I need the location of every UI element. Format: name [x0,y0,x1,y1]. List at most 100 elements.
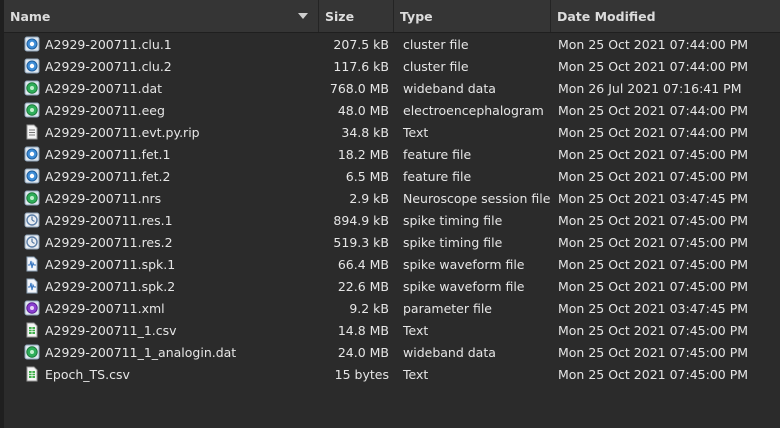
file-size: 66.4 MB [337,256,389,272]
file-name-cell[interactable]: A2929-200711.res.2 [4,234,318,250]
file-manager-list-view: Name Size Type Date Modified A2929-20071… [0,0,780,428]
file-name-cell[interactable]: A2929-200711.res.1 [4,212,318,228]
vertical-scrollbar[interactable] [770,33,780,428]
column-header-name[interactable]: Name [4,0,318,32]
file-date-modified: Mon 25 Oct 2021 07:44:00 PM [558,36,749,52]
file-date-modified: Mon 25 Oct 2021 07:45:00 PM [558,322,749,338]
file-row[interactable]: Epoch_TS.csv 15 bytes Text Mon 25 Oct 2021 … [4,363,780,385]
file-name-cell[interactable]: A2929-200711.evt.py.rip [4,124,318,140]
file-type: spike timing file [403,212,503,228]
file-size: 6.5 MB [345,168,389,184]
file-date-modified: Mon 25 Oct 2021 07:44:00 PM [558,102,749,118]
file-type: spike waveform file [403,256,525,272]
spike-timing-icon [24,234,40,250]
file-row[interactable]: A2929-200711.spk.2 22.6 MB spike waveform … [4,275,780,297]
file-size: 117.6 kB [333,58,389,74]
file-row[interactable]: A2929-200711.fet.2 6.5 MB feature file Mon … [4,165,780,187]
sort-descending-icon[interactable] [298,13,308,19]
file-size: 48.0 MB [337,102,389,118]
file-list: A2929-200711.clu.1 207.5 kB cluster file Mo… [4,33,780,385]
file-size: 894.9 kB [333,212,389,228]
file-type: wideband data [403,344,496,360]
file-name-cell[interactable]: A2929-200711.dat [4,80,318,96]
file-row[interactable]: A2929-200711.evt.py.rip 34.8 kB Text Mon 25… [4,121,780,143]
file-size: 22.6 MB [337,278,389,294]
file-name: A2929-200711.spk.2 [45,278,176,294]
file-size: 2.9 kB [349,190,389,206]
file-date-modified: Mon 25 Oct 2021 07:45:00 PM [558,234,749,250]
file-name-cell[interactable]: A2929-200711_1.csv [4,322,318,338]
file-name: A2929-200711.nrs [45,190,162,206]
file-name-cell[interactable]: Epoch_TS.csv [4,366,318,382]
file-type: electroencephalogram [403,102,544,118]
file-name-cell[interactable]: A2929-200711.clu.2 [4,58,318,74]
file-date-modified: Mon 26 Jul 2021 07:16:41 PM [558,80,742,96]
file-name-cell[interactable]: A2929-200711.eeg [4,102,318,118]
file-name-cell[interactable]: A2929-200711.xml [4,300,318,316]
file-name: A2929-200711.res.1 [45,212,173,228]
file-date-modified: Mon 25 Oct 2021 07:45:00 PM [558,278,749,294]
column-header-type-label: Type [400,8,433,24]
file-row[interactable]: A2929-200711.eeg 48.0 MB electroencephalog… [4,99,780,121]
file-size: 768.0 MB [329,80,389,96]
file-size: 34.8 kB [341,124,389,140]
file-name: A2929-200711.fet.1 [45,146,171,162]
file-row[interactable]: A2929-200711_1.csv 14.8 MB Text Mon 25 Oct … [4,319,780,341]
file-name-cell[interactable]: A2929-200711.spk.2 [4,278,318,294]
file-date-modified: Mon 25 Oct 2021 07:45:00 PM [558,256,749,272]
file-name-cell[interactable]: A2929-200711.fet.1 [4,146,318,162]
file-row[interactable]: A2929-200711.res.2 519.3 kB spike timing f… [4,231,780,253]
file-row[interactable]: A2929-200711_1_analogin.dat 24.0 MB wideba… [4,341,780,363]
blue-disc-icon [24,58,40,74]
green-disc-icon [24,102,40,118]
spreadsheet-icon [24,322,40,338]
waveform-file-icon [24,256,40,272]
file-name: A2929-200711.xml [45,300,165,316]
green-disc-icon [24,80,40,96]
blue-disc-icon [24,36,40,52]
file-date-modified: Mon 25 Oct 2021 07:45:00 PM [558,344,749,360]
file-row[interactable]: A2929-200711.xml 9.2 kB parameter file Mon … [4,297,780,319]
file-name: A2929-200711.clu.2 [45,58,172,74]
file-name: A2929-200711.spk.1 [45,256,176,272]
file-size: 15 bytes [334,366,389,382]
file-name-cell[interactable]: A2929-200711_1_analogin.dat [4,344,318,360]
file-name: A2929-200711.eeg [45,102,165,118]
file-size: 14.8 MB [337,322,389,338]
file-row[interactable]: A2929-200711.spk.1 66.4 MB spike waveform … [4,253,780,275]
column-header-size-label: Size [325,8,355,24]
column-header-name-label: Name [10,8,51,24]
file-type: feature file [403,146,472,162]
file-row[interactable]: A2929-200711.nrs 2.9 kB Neuroscope session… [4,187,780,209]
file-name-cell[interactable]: A2929-200711.fet.2 [4,168,318,184]
file-type: feature file [403,168,472,184]
waveform-file-icon [24,278,40,294]
column-header-date-modified[interactable]: Date Modified [550,0,780,32]
file-date-modified: Mon 25 Oct 2021 03:47:45 PM [558,190,749,206]
file-row[interactable]: A2929-200711.dat 768.0 MB wideband data Mon… [4,77,780,99]
column-header-date-label: Date Modified [557,8,656,24]
green-disc-icon [24,190,40,206]
file-name: A2929-200711.clu.1 [45,36,172,52]
file-name-cell[interactable]: A2929-200711.clu.1 [4,36,318,52]
file-date-modified: Mon 25 Oct 2021 07:45:00 PM [558,366,749,382]
column-header-size[interactable]: Size [318,0,393,32]
spike-timing-icon [24,212,40,228]
file-row[interactable]: A2929-200711.res.1 894.9 kB spike timing f… [4,209,780,231]
file-row[interactable]: A2929-200711.fet.1 18.2 MB feature file Mon… [4,143,780,165]
file-name: A2929-200711.evt.py.rip [45,124,200,140]
file-row[interactable]: A2929-200711.clu.2 117.6 kB cluster file Mo… [4,55,780,77]
file-type: Text [403,124,429,140]
column-header-type[interactable]: Type [393,0,550,32]
file-type: cluster file [403,36,469,52]
file-date-modified: Mon 25 Oct 2021 07:45:00 PM [558,212,749,228]
file-name-cell[interactable]: A2929-200711.nrs [4,190,318,206]
blue-disc-icon [24,146,40,162]
file-name-cell[interactable]: A2929-200711.spk.1 [4,256,318,272]
file-type: wideband data [403,80,496,96]
file-type: Text [403,322,429,338]
file-size: 519.3 kB [333,234,389,250]
file-name: A2929-200711.dat [45,80,163,96]
file-date-modified: Mon 25 Oct 2021 07:45:00 PM [558,168,749,184]
file-row[interactable]: A2929-200711.clu.1 207.5 kB cluster file Mo… [4,33,780,55]
